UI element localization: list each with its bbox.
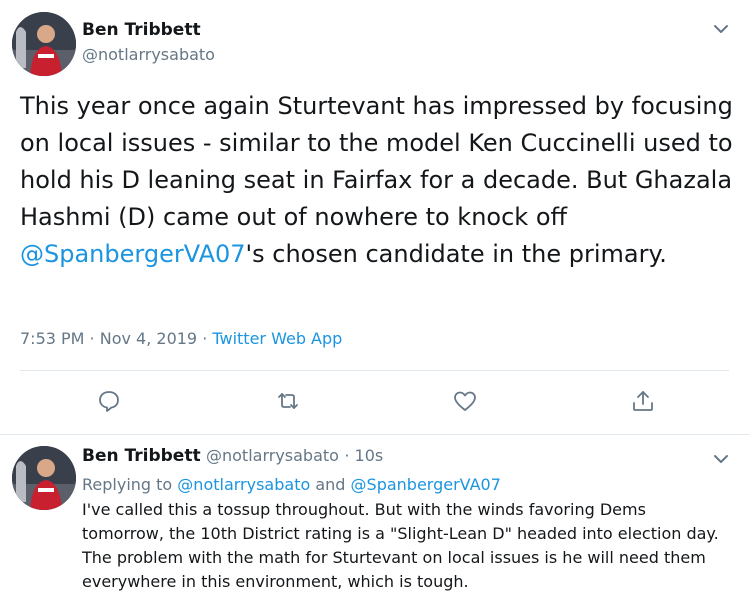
reply-text: I've called this a tossup throughout. Bu… bbox=[82, 500, 719, 591]
share-icon[interactable] bbox=[630, 388, 656, 414]
reply-author-avatar[interactable] bbox=[12, 446, 76, 510]
author-avatar[interactable] bbox=[12, 12, 76, 76]
reply-icon[interactable] bbox=[96, 388, 122, 414]
avatar-photo bbox=[12, 446, 76, 510]
tweet-meta: 7:53 PM · Nov 4, 2019 · Twitter Web App bbox=[20, 329, 342, 348]
tweet-text: This year once again Sturtevant has impr… bbox=[20, 88, 735, 273]
author-name[interactable]: Ben Tribbett bbox=[82, 20, 201, 40]
replying-and: and bbox=[310, 475, 351, 494]
reply-author-name[interactable]: Ben Tribbett bbox=[82, 446, 201, 466]
timestamp-link[interactable]: 7:53 PM · Nov 4, 2019 bbox=[20, 329, 197, 348]
like-icon[interactable] bbox=[452, 388, 478, 414]
replying-to: Replying to @notlarrysabato and @Spanber… bbox=[82, 475, 501, 494]
divider bbox=[20, 370, 729, 371]
mention-link[interactable]: @SpanbergerVA07 bbox=[20, 240, 246, 268]
tweet-text-part: 's chosen candidate in the primary. bbox=[245, 240, 667, 268]
reply-time-ago[interactable]: · 10s bbox=[344, 446, 383, 465]
reply-chevron-down-icon[interactable] bbox=[710, 448, 732, 470]
replying-mention-2[interactable]: @SpanbergerVA07 bbox=[351, 475, 501, 494]
reply-author-handle[interactable]: @notlarrysabato bbox=[206, 446, 339, 465]
reply-header: Ben Tribbett @notlarrysabato · 10s bbox=[82, 446, 383, 466]
replying-prefix: Replying to bbox=[82, 475, 178, 494]
author-handle[interactable]: @notlarrysabato bbox=[82, 45, 215, 64]
meta-separator: · bbox=[197, 329, 213, 348]
tweet-text-part: This year once again Sturtevant has impr… bbox=[20, 92, 733, 231]
main-tweet: Ben Tribbett @notlarrysabato This year o… bbox=[0, 0, 749, 435]
avatar-photo bbox=[12, 12, 76, 76]
retweet-icon[interactable] bbox=[275, 388, 301, 414]
chevron-down-icon[interactable] bbox=[710, 18, 732, 40]
replying-mention-1[interactable]: @notlarrysabato bbox=[177, 475, 310, 494]
source-link[interactable]: Twitter Web App bbox=[212, 329, 342, 348]
